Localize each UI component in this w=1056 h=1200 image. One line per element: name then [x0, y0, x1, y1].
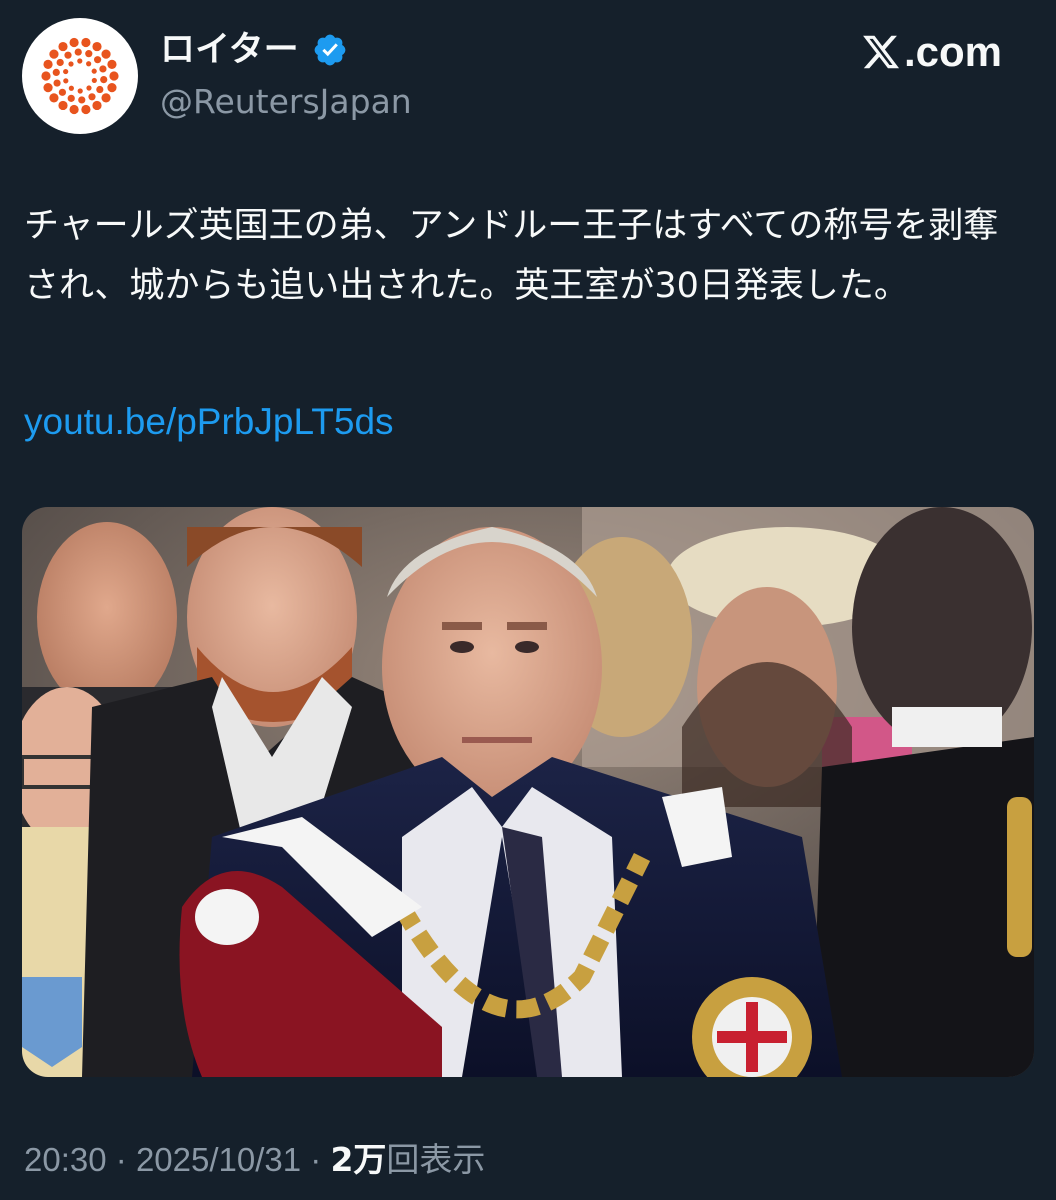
reuters-logo-icon	[41, 37, 119, 115]
account-handle[interactable]: @ReutersJapan	[160, 80, 412, 124]
x-com-watermark: .com	[860, 28, 1002, 76]
tweet-link[interactable]: youtu.be/pPrbJpLT5ds	[24, 392, 394, 452]
photo-image	[22, 507, 1034, 1077]
views-label: 回表示	[386, 1140, 486, 1179]
display-name[interactable]: ロイター	[160, 28, 299, 72]
x-logo-icon	[863, 35, 900, 69]
views-count: 2万	[330, 1140, 387, 1179]
meta-separator: ·	[310, 1141, 322, 1178]
tweet-photo[interactable]	[22, 507, 1034, 1077]
verified-badge-icon	[314, 34, 346, 66]
meta-separator: ·	[115, 1141, 127, 1178]
tweet-text: チャールズ英国王の弟、アンドルー王子はすべての称号を剥奪され、城からも追い出され…	[24, 206, 999, 306]
avatar[interactable]	[22, 18, 138, 134]
tweet-date[interactable]: 2025/10/31	[136, 1141, 301, 1178]
tweet-time[interactable]: 20:30	[24, 1141, 107, 1178]
tweet-meta: 20:30 · 2025/10/31 · 2万回表示	[24, 1135, 485, 1185]
watermark-label: .com	[903, 28, 1002, 75]
